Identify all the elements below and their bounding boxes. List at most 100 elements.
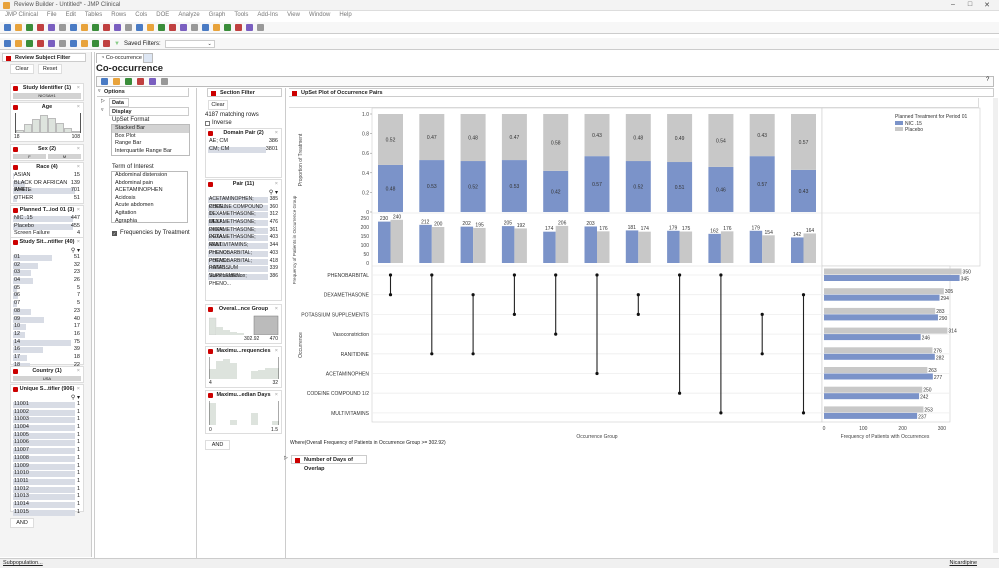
freq-bar-placebo <box>679 231 693 263</box>
item-count: 4 <box>76 230 80 237</box>
item-label: 11003 <box>14 416 29 423</box>
row-total-label-placebo: 305 <box>945 289 954 295</box>
disclosure-icon[interactable]: ▷ <box>284 455 288 461</box>
number-of-days-overlap-header[interactable]: Number of Days of Overlap <box>291 455 367 472</box>
item-label: 11014 <box>14 500 29 507</box>
item-count: 7 <box>76 292 80 299</box>
item-label: 11010 <box>14 470 29 477</box>
item-label: 18 <box>14 361 21 368</box>
item-label: 02 <box>14 261 21 268</box>
list-item[interactable]: PHENOBARBITAL; POTAS... 403 <box>206 249 281 264</box>
list-item[interactable]: BLACK OR AFRICAN AME... 139 <box>11 180 83 193</box>
prop-label-nic: 0.46 <box>716 187 726 193</box>
row-total-bar-placebo <box>824 288 944 295</box>
freq-label-placebo: 154 <box>765 230 774 236</box>
legend-label-placebo: Placebo <box>905 127 923 133</box>
matrix-dot <box>430 352 434 356</box>
item-count: 39 <box>73 346 80 353</box>
prop-tick-label: 1.0 <box>362 112 369 118</box>
row-total-bar-nic <box>824 393 920 400</box>
freq-bar-nic <box>708 233 721 263</box>
list-item[interactable]: CODEINE COMPOUND 1/... 360 <box>206 204 281 217</box>
freq-label-nic: 162 <box>710 228 719 234</box>
row-total-bar-placebo <box>824 406 924 413</box>
item-label: PHENOBARBITAL; RANITI... <box>209 257 252 272</box>
item-count: 1 <box>76 401 80 407</box>
list-item[interactable]: Vasoconstriction; PHENO... 386 <box>206 273 281 287</box>
prop-label-nic: 0.53 <box>427 184 437 190</box>
item-count: 385 <box>269 196 278 202</box>
freq-label-placebo: 175 <box>682 226 691 232</box>
prop-tick-label: 0.8 <box>362 132 369 138</box>
item-count: 75 <box>73 338 80 345</box>
list-item[interactable]: DEXAMETHASONE; POTA... 361 <box>206 227 281 240</box>
freq-label-nic: 205 <box>504 221 513 227</box>
row-total-axis-label: Frequency of Patients with Occurrences <box>841 434 930 440</box>
item-count: 40 <box>73 315 80 322</box>
freq-label-placebo: 192 <box>517 223 526 229</box>
item-label: 04 <box>14 277 21 284</box>
item-count: 1 <box>76 454 80 461</box>
prop-axis-label: Proportion of Treatment <box>298 133 304 186</box>
matrix-axis-label: Occurrence <box>298 332 304 358</box>
item-label: ACETAMINOPHEN; PHEN... <box>209 196 254 210</box>
row-total-label-nic: 282 <box>936 355 945 361</box>
freq-label-placebo: 174 <box>641 226 650 232</box>
row-total-label-nic: 237 <box>918 414 927 420</box>
item-count: 18 <box>73 353 80 360</box>
item-label: 11004 <box>14 424 29 431</box>
list-item[interactable]: DEXAMETHASONE; MULT... 312 <box>206 211 281 226</box>
vertical-scrollbar[interactable] <box>993 98 998 553</box>
matrix-dot <box>430 273 434 277</box>
item-label: 10 <box>14 323 21 330</box>
list-item[interactable]: ACETAMINOPHEN; PHEN... 385 <box>206 196 281 210</box>
item-count: 701 <box>70 187 80 194</box>
list-item[interactable]: PHENOBARBITAL; RANITI... 418 <box>206 257 281 272</box>
item-label: 11009 <box>14 462 29 469</box>
prop-label-nic: 0.52 <box>468 185 478 191</box>
prop-label-nic: 0.43 <box>799 189 809 195</box>
matrix-dot <box>760 312 764 316</box>
matrix-dot <box>760 352 764 356</box>
freq-label-placebo: 176 <box>599 226 608 232</box>
item-label: MULTIVITAMINS; PHENO... <box>209 242 249 256</box>
freq-label-placebo: 195 <box>475 222 484 228</box>
row-total-label-placebo: 263 <box>928 368 937 374</box>
list-item[interactable]: MULTIVITAMINS; PHENO... 344 <box>206 242 281 256</box>
status-bar: Subpopulation... Nicardipine <box>0 558 999 568</box>
status-right-link[interactable]: Nicardipine <box>949 560 977 566</box>
freq-label-nic: 179 <box>669 225 678 231</box>
item-label: 11001 <box>14 401 29 407</box>
matrix-x-label: Occurrence Group <box>576 434 617 440</box>
matrix-dot <box>512 273 517 277</box>
freq-bar-nic <box>460 226 474 263</box>
item-label: 11002 <box>14 408 29 415</box>
freq-label-nic: 230 <box>380 216 389 222</box>
freq-label-placebo: 176 <box>723 226 732 232</box>
prop-label-nic: 0.57 <box>757 182 767 188</box>
item-count: 1 <box>76 431 80 438</box>
row-total-label-placebo: 276 <box>933 348 942 354</box>
item-label: DEXAMETHASONE; MULT... <box>209 211 256 226</box>
subpopulation-link[interactable]: Subpopulation... <box>3 560 43 566</box>
matrix-row-label: RANITIDINE <box>341 352 370 358</box>
row-total-bar-placebo <box>824 386 923 393</box>
freq-bar-placebo <box>638 231 651 263</box>
item-count: 5 <box>76 300 80 307</box>
item-count: 32 <box>73 261 80 268</box>
item-label: 11008 <box>14 454 29 461</box>
list-item[interactable]: POTASSIUM SUPPLEMEN... 339 <box>206 265 281 279</box>
row-total-label-nic: 294 <box>941 296 950 302</box>
item-count: 403 <box>269 249 278 256</box>
prop-tick-label: 0.6 <box>362 151 369 157</box>
matrix-dot <box>554 332 558 336</box>
matrix-row-label: DEXAMETHASONE <box>324 293 370 299</box>
item-count: 16 <box>73 330 80 337</box>
item-count: 1 <box>76 493 80 500</box>
prop-label-placebo: 0.49 <box>675 136 685 142</box>
freq-bar-nic <box>667 230 680 263</box>
item-label: 11007 <box>14 447 29 454</box>
list-item[interactable]: DEXAMETHASONE; PHEN... 476 <box>206 219 281 233</box>
list-item[interactable]: DEXAMETHASONE; RANI... 403 <box>206 234 281 248</box>
red-triangle-icon[interactable] <box>295 458 300 463</box>
